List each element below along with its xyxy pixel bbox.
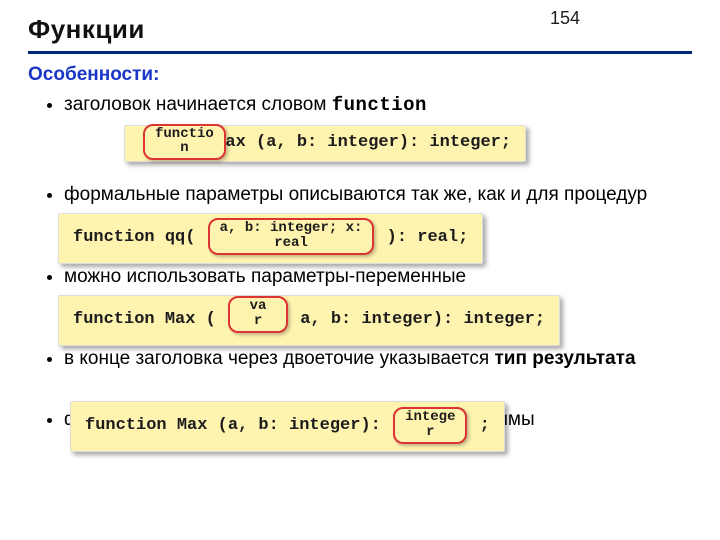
bullet-text: формальные параметры описываются так же,… [64,184,647,205]
code-text: Max (a, b: integer): integer; [205,132,511,155]
page-number: 154 [550,8,580,29]
highlight-params: a, b: integer; x: real [208,218,375,254]
list-item: заголовок начинается словом function Max… [64,92,692,176]
code-example-1: Max (a, b: integer): integer; functio n [124,125,526,162]
code-example-2: function qq( a, b: integer; x: real ): r… [58,213,483,263]
code-text-right: ): real; [376,227,468,250]
page-title: Функции [28,14,692,45]
section-subhead: Особенности: [28,64,692,86]
code-text-right: ; [469,415,489,438]
bullet-text: заголовок начинается словом [64,94,332,115]
highlight-var: va r [228,296,288,332]
code-text-left: function Max ( [73,309,226,332]
keyword-function: function [332,94,427,116]
code-example-4: function Max (a, b: integer): intege r ; [70,401,505,451]
code-text-left: function qq( [73,227,206,250]
bullet-list: заголовок начинается словом function Max… [28,92,692,433]
code-text-right: a, b: integer): integer; [290,309,545,332]
bullet-text: можно использовать параметры-переменные [64,266,466,287]
bullet-text-strong: тип результата [494,348,635,369]
title-underline [28,51,692,54]
highlight-function: functio n [143,124,226,160]
bullet-text: в конце заголовка через двоеточие указыв… [64,348,494,369]
list-item: в конце заголовка через двоеточие указыв… [64,346,692,402]
highlight-integer: intege r [393,407,467,443]
list-item: функции располагаются ВЫШЕ основной прог… [64,407,692,433]
code-example-3: function Max ( va r a, b: integer): inte… [58,295,560,345]
code-text-left: function Max (a, b: integer): [85,415,391,438]
